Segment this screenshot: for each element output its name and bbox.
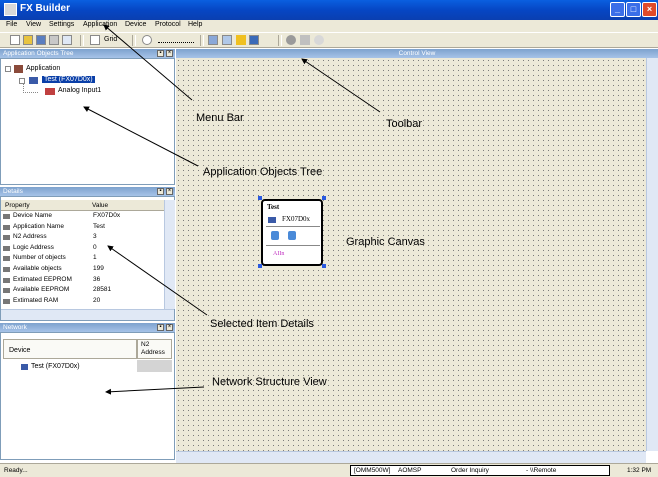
callout-arrows	[83, 24, 381, 395]
arrow-details	[107, 245, 208, 316]
arrow-tree	[83, 106, 199, 167]
arrow-toolbar	[301, 58, 381, 113]
arrow-network	[105, 386, 205, 395]
arrow-menu-bar	[103, 24, 193, 101]
